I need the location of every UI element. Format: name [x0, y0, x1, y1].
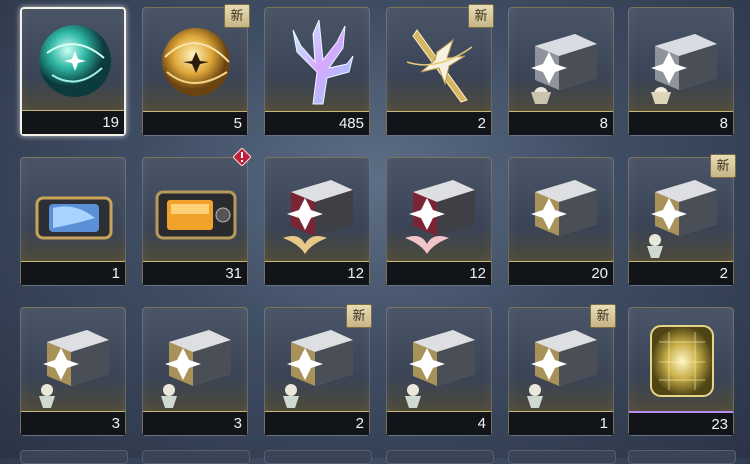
gold-cube-icon	[650, 325, 714, 397]
teal-orb-icon	[39, 25, 111, 97]
red-crate-icon	[283, 180, 353, 254]
item-slot-gold-blade[interactable]: 新 2	[386, 4, 494, 136]
item-count: 8	[509, 111, 613, 135]
item-slot-teal-orb[interactable]: 19	[20, 7, 126, 136]
item-slot-silver-crate[interactable]: 3	[142, 307, 248, 436]
item-count: 31	[143, 261, 247, 285]
silver-crate-icon	[161, 330, 231, 408]
item-count: 4	[387, 411, 491, 435]
item-slot-silver-crate[interactable]: 8	[508, 7, 614, 136]
item-slot-silver-crate[interactable]: 新 2	[264, 304, 372, 436]
item-slot-blue-chest[interactable]: 1	[20, 157, 126, 286]
crystal-coral-icon	[292, 19, 354, 105]
red-crate-icon	[405, 180, 475, 254]
inventory-grid: 19 新 5 485 新 2 8 8 1 31 12 12 20 新 2 3 3…	[0, 0, 750, 464]
item-slot-silver-crate[interactable]: 8	[628, 7, 734, 136]
next-row-slot[interactable]	[508, 450, 616, 464]
item-slot-silver-crate[interactable]: 20	[508, 157, 614, 286]
silver-crate-icon	[651, 34, 717, 104]
next-row-slot[interactable]	[386, 450, 494, 464]
item-slot-silver-crate[interactable]: 4	[386, 307, 492, 436]
new-badge: 新	[468, 4, 494, 28]
new-badge: 新	[224, 4, 250, 28]
item-count: 12	[387, 261, 491, 285]
next-row-slot[interactable]	[142, 450, 250, 464]
item-count: 20	[509, 261, 613, 285]
item-slot-red-crate[interactable]: 12	[264, 157, 370, 286]
item-slot-coral[interactable]: 485	[264, 7, 370, 136]
item-count: 12	[265, 261, 369, 285]
next-row-slot[interactable]	[628, 450, 736, 464]
item-count: 1	[509, 411, 613, 435]
silver-crate-icon	[531, 34, 597, 104]
item-count: 2	[629, 261, 733, 285]
silver-crate-icon	[405, 330, 475, 408]
next-row-slot[interactable]	[20, 450, 128, 464]
item-count: 3	[21, 411, 125, 435]
new-badge: 新	[590, 304, 616, 328]
item-slot-silver-crate[interactable]: 3	[20, 307, 126, 436]
silver-crate-icon	[39, 330, 109, 408]
item-count: 485	[265, 111, 369, 135]
silver-crate-icon	[531, 180, 597, 236]
item-slot-red-crate[interactable]: 12	[386, 157, 492, 286]
item-slot-gold-cube[interactable]: 23	[628, 307, 734, 436]
item-slot-gold-orb[interactable]: 新 5	[142, 4, 250, 136]
item-count: 5	[143, 111, 247, 135]
item-count: 1	[21, 261, 125, 285]
alert-icon	[233, 148, 251, 166]
item-count: 2	[265, 411, 369, 435]
new-badge: 新	[710, 154, 736, 178]
item-count: 23	[629, 411, 733, 435]
next-row-slot[interactable]	[264, 450, 372, 464]
item-slot-silver-crate[interactable]: 新 2	[628, 154, 736, 286]
item-slot-silver-crate[interactable]: 新 1	[508, 304, 616, 436]
item-count: 19	[22, 110, 124, 134]
orange-chest-icon	[155, 190, 237, 240]
item-count: 2	[387, 111, 491, 135]
item-count: 8	[629, 111, 733, 135]
item-count: 3	[143, 411, 247, 435]
item-slot-orange-chest[interactable]: 31	[142, 148, 251, 286]
blue-chest-icon	[35, 196, 113, 240]
new-badge: 新	[346, 304, 372, 328]
